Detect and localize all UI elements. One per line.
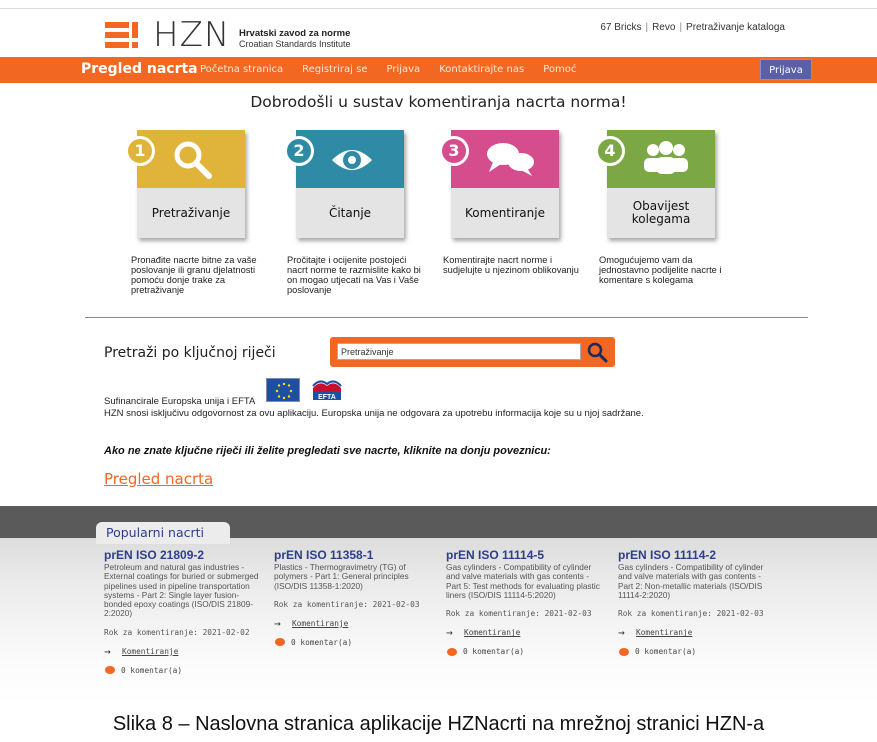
comment-action[interactable]: → Komentiranje: [446, 626, 606, 639]
logo-text: HZN: [153, 15, 231, 55]
popular-item-desc: Gas cylinders - Compatibility of cylinde…: [618, 562, 764, 600]
top-links: 67 Bricks | Revo | Pretraživanje kataloga: [600, 22, 785, 33]
top-divider: [0, 8, 877, 9]
popular-item: prEN ISO 11114-5 Gas cylinders - Compati…: [446, 548, 606, 656]
toplink-67-bricks[interactable]: 67 Bricks: [600, 22, 641, 33]
comment-deadline: Rok za komentiranje: 2021-02-02: [104, 627, 250, 637]
hzn-logo-mark: [105, 22, 139, 48]
comment-count-text: 0 komentar(a): [463, 647, 525, 657]
step-label: Obavijest kolegama: [607, 188, 715, 238]
main-navbar: Pregled nacrta Početna stranica Registri…: [0, 57, 877, 83]
step-label: Čitanje: [296, 188, 404, 238]
eu-funding-text: Sufinancirale Europska unija i EFTA: [104, 396, 256, 407]
comment-bubble-icon: [105, 666, 115, 675]
step-description: Komentirajte nacrt norme i sudjelujte u …: [443, 255, 579, 275]
popular-item-title[interactable]: prEN ISO 11114-2: [618, 548, 778, 562]
comment-action[interactable]: → Komentiranje: [618, 626, 778, 639]
figure-caption: Slika 8 – Naslovna stranica aplikacije H…: [112, 713, 765, 735]
eu-flag-logo: [266, 378, 300, 402]
nav-item-contact[interactable]: Kontaktirajte nas: [439, 64, 524, 75]
comment-deadline: Rok za komentiranje: 2021-02-03: [274, 599, 420, 609]
step-card-read[interactable]: 2 Čitanje: [284, 130, 404, 238]
search-icon[interactable]: [586, 341, 608, 363]
comment-link[interactable]: Komentiranje: [122, 647, 178, 656]
eu-disclaimer: HZN snosi isključivu odgovornost za ovu …: [104, 408, 644, 419]
comment-bubble-icon: [447, 647, 457, 656]
comment-count: 0 komentar(a): [446, 647, 606, 656]
step-number: 2: [284, 136, 314, 166]
arrow-right-icon: →: [618, 626, 625, 640]
comment-count: 0 komentar(a): [618, 647, 778, 656]
popular-item-title[interactable]: prEN ISO 21809-2: [104, 548, 264, 562]
popular-item-desc: Petroleum and natural gas industries - E…: [104, 562, 259, 619]
step-number: 1: [125, 136, 155, 166]
comment-count: 0 komentar(a): [274, 638, 434, 647]
nav-item-login[interactable]: Prijava: [386, 64, 420, 75]
search-label: Pretraži po ključnoj riječi: [104, 345, 276, 361]
institute-name-hr: Hrvatski zavod za norme: [239, 28, 351, 39]
step-label: Komentiranje: [451, 188, 559, 238]
search-bar: [330, 337, 615, 367]
popular-item-desc: Plastics - Thermogravimetry (TG) of poly…: [274, 562, 409, 591]
nav-item-home[interactable]: Početna stranica: [200, 64, 283, 75]
popular-item: prEN ISO 11114-2 Gas cylinders - Compati…: [618, 548, 778, 656]
comment-count: 0 komentar(a): [104, 666, 264, 675]
institute-name: Hrvatski zavod za norme Croatian Standar…: [239, 28, 351, 50]
step-card-notify[interactable]: 4 Obavijest kolegama: [595, 130, 715, 238]
hzn-logo[interactable]: HZN: [105, 15, 231, 55]
section-divider: [85, 317, 808, 318]
step-description: Omogućujemo vam da jednostavno podijelit…: [599, 255, 722, 285]
comment-bubble-icon: [275, 638, 285, 647]
comment-deadline: Rok za komentiranje: 2021-02-03: [618, 609, 764, 619]
comment-bubble-icon: [619, 647, 629, 656]
comment-deadline: Rok za komentiranje: 2021-02-03: [446, 609, 592, 619]
search-icon: [174, 141, 212, 179]
arrow-right-icon: →: [104, 644, 111, 658]
nav-menu: Početna stranica Registriraj se Prijava …: [200, 64, 576, 75]
welcome-heading: Dobrodošli u sustav komentiranja nacrta …: [250, 93, 627, 111]
toplink-revo[interactable]: Revo: [652, 22, 675, 33]
comment-link[interactable]: Komentiranje: [636, 628, 692, 637]
search-input[interactable]: [337, 343, 581, 360]
step-description: Pronađite nacrte bitne za vaše poslovanj…: [131, 255, 257, 295]
efta-logo: EFTA: [310, 378, 344, 402]
comment-count-text: 0 komentar(a): [291, 637, 353, 647]
step-description: Pročitajte i ocijenite postojeći nacrt n…: [287, 255, 421, 295]
eye-icon: [332, 150, 372, 170]
nav-item-register[interactable]: Registriraj se: [302, 64, 367, 75]
popular-item: prEN ISO 11358-1 Plastics - Thermogravim…: [274, 548, 434, 647]
comment-link[interactable]: Komentiranje: [292, 619, 348, 628]
comment-action[interactable]: → Komentiranje: [104, 645, 264, 658]
arrow-right-icon: →: [274, 616, 281, 630]
arrow-right-icon: →: [446, 626, 453, 640]
step-number: 4: [595, 136, 625, 166]
browse-drafts-link[interactable]: Pregled nacrta: [104, 470, 213, 488]
toplink-catalog-search[interactable]: Pretraživanje kataloga: [686, 22, 785, 33]
step-number: 3: [439, 136, 469, 166]
login-button[interactable]: Prijava: [760, 59, 812, 80]
popular-item-title[interactable]: prEN ISO 11358-1: [274, 548, 434, 562]
comment-link[interactable]: Komentiranje: [464, 628, 520, 637]
comment-action[interactable]: → Komentiranje: [274, 617, 434, 630]
nav-brand[interactable]: Pregled nacrta: [81, 61, 198, 77]
popular-item-title[interactable]: prEN ISO 11114-5: [446, 548, 606, 562]
popular-item: prEN ISO 21809-2 Petroleum and natural g…: [104, 548, 264, 675]
comment-count-text: 0 komentar(a): [121, 665, 183, 675]
step-card-search[interactable]: 1 Pretraživanje: [125, 130, 245, 238]
svg-text:EFTA: EFTA: [318, 394, 336, 401]
popular-item-desc: Gas cylinders - Compatibility of cylinde…: [446, 562, 600, 600]
browse-note: Ako ne znate ključne riječi ili želite p…: [104, 445, 551, 457]
nav-item-help[interactable]: Pomoć: [543, 64, 576, 75]
institute-name-en: Croatian Standards Institute: [239, 39, 351, 49]
step-card-comment[interactable]: 3 Komentiranje: [439, 130, 559, 238]
popular-tab[interactable]: Popularni nacrti: [96, 522, 230, 544]
speech-bubbles-icon: [487, 143, 534, 176]
comment-count-text: 0 komentar(a): [635, 647, 697, 657]
people-icon: [644, 141, 688, 174]
step-label: Pretraživanje: [137, 188, 245, 238]
